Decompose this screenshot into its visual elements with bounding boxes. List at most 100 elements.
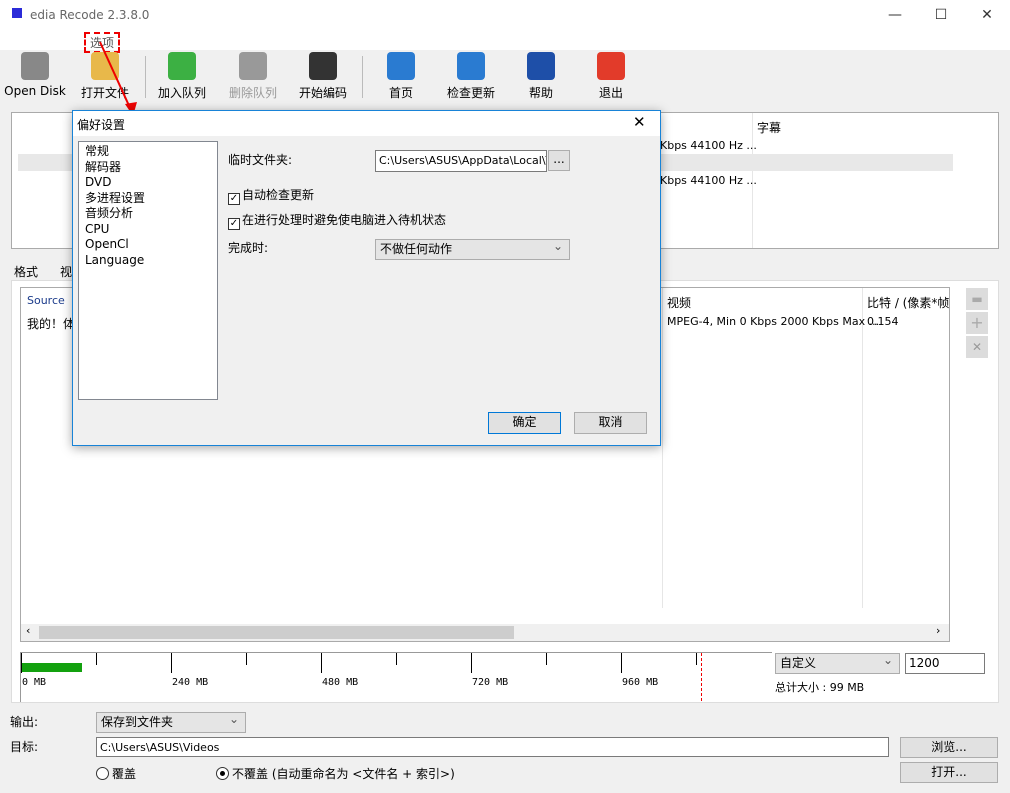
prevent-sleep-label: 在进行处理时避免使电脑进入待机状态 <box>242 213 447 227</box>
tab-format[interactable]: 格式 <box>14 263 38 280</box>
settings-nav-item[interactable]: OpenCl <box>85 237 211 253</box>
toolbar-button-dvd[interactable]: Open Disk <box>0 52 70 98</box>
on-finish-select[interactable]: 不做任何动作 <box>375 237 570 260</box>
size-tick <box>96 653 97 665</box>
on-finish-label: 完成时: <box>228 241 269 255</box>
maximize-button[interactable]: ☐ <box>918 0 964 30</box>
toolbar-label: 删除队列 <box>228 86 277 100</box>
size-value-input[interactable]: 1200 <box>905 653 985 674</box>
toolbar-label: 退出 <box>598 86 623 100</box>
size-tick <box>321 653 322 673</box>
toolbar-label: 帮助 <box>528 86 553 100</box>
cancel-button[interactable]: 取消 <box>574 412 647 434</box>
temp-folder-browse-button[interactable]: ... <box>548 150 570 171</box>
audio-cell: Kbps 44100 Hz ... <box>660 139 757 152</box>
toolbar-button-remove[interactable]: 删除队列 <box>218 52 288 101</box>
settings-nav-item[interactable]: 常规 <box>85 144 211 160</box>
dvd-icon <box>21 52 49 80</box>
browse-button[interactable]: 浏览... <box>900 737 998 758</box>
queue-video-cell: MPEG-4, Min 0 Kbps 2000 Kbps Max ... <box>667 315 880 328</box>
size-tick-label: 480 MB <box>322 677 359 688</box>
size-tick-label: 0 MB <box>22 677 47 688</box>
size-preset-select[interactable]: 自定义 <box>775 651 900 674</box>
refresh-icon <box>457 52 485 80</box>
delete-button[interactable]: ✕ <box>966 336 988 358</box>
toolbar-label: 开始编码 <box>298 86 347 100</box>
size-tick-label: 240 MB <box>172 677 209 688</box>
overwrite-label: 覆盖 <box>112 767 137 781</box>
move-up-button[interactable]: ▬ <box>966 288 988 310</box>
queue-source-cell: 我的！体 <box>27 317 76 331</box>
output-label: 输出: <box>10 715 39 729</box>
output-select[interactable]: 保存到文件夹 <box>96 710 246 733</box>
column-header-subtitle: 字幕 <box>757 121 782 135</box>
toolbar-separator <box>145 56 146 98</box>
limit-marker <box>701 653 702 701</box>
settings-nav-item[interactable]: Language <box>85 253 211 269</box>
globe-icon <box>387 52 415 80</box>
toolbar-button-power[interactable]: 退出 <box>576 52 646 101</box>
toolbar-button-refresh[interactable]: 检查更新 <box>436 52 506 101</box>
temp-folder-label: 临时文件夹: <box>228 153 293 167</box>
title-bar: edia Recode 2.3.8.0 — ☐ ✕ <box>0 0 1010 30</box>
toolbar-button-encode[interactable]: 开始编码 <box>288 52 358 101</box>
size-used-fill <box>21 663 82 672</box>
size-tick <box>171 653 172 673</box>
window-title: edia Recode 2.3.8.0 <box>30 8 150 22</box>
help-icon <box>527 52 555 80</box>
prevent-sleep-checkbox[interactable]: ✓ 在进行处理时避免使电脑进入待机状态 <box>228 211 446 230</box>
toolbar-label: 加入队列 <box>157 86 206 100</box>
scrollbar-thumb[interactable] <box>39 626 514 639</box>
settings-nav-item[interactable]: 音频分析 <box>85 206 211 222</box>
no-overwrite-radio[interactable]: 不覆盖 (自动重命名为 <文件名 + 索引>) <box>216 765 455 782</box>
tab-video[interactable]: 视 <box>60 263 72 280</box>
size-tick <box>246 653 247 665</box>
toolbar-label: 检查更新 <box>446 86 495 100</box>
toolbar-button-add[interactable]: 加入队列 <box>147 52 217 101</box>
app-icon <box>12 8 22 18</box>
settings-nav-list[interactable]: 常规 解码器 DVD 多进程设置 音频分析 CPU OpenCl Language <box>78 141 218 400</box>
queue-ratio-cell: 0.154 <box>867 315 899 328</box>
remove-icon <box>239 52 267 80</box>
add-button[interactable]: + <box>966 312 988 334</box>
toolbar-separator <box>362 56 363 98</box>
dialog-close-button[interactable]: ✕ <box>633 113 646 131</box>
power-icon <box>597 52 625 80</box>
horizontal-scrollbar[interactable]: ‹ › <box>21 624 949 641</box>
preferences-dialog: 偏好设置 ✕ 常规 解码器 DVD 多进程设置 音频分析 CPU OpenCl Languag… <box>72 110 661 446</box>
size-tick-label: 720 MB <box>472 677 509 688</box>
settings-nav-item[interactable]: 解码器 <box>85 160 211 176</box>
annotation-arrow <box>99 41 137 116</box>
size-tick <box>396 653 397 665</box>
size-tick <box>696 653 697 665</box>
toolbar-label: 首页 <box>388 86 413 100</box>
size-tick <box>621 653 622 673</box>
ok-button[interactable]: 确定 <box>488 412 561 434</box>
open-button[interactable]: 打开... <box>900 762 998 783</box>
target-path-input[interactable]: C:\Users\ASUS\Videos <box>96 737 889 757</box>
audio-cell: Kbps 44100 Hz ... <box>660 174 757 187</box>
auto-update-checkbox[interactable]: ✓ 自动检查更新 <box>228 186 314 205</box>
scroll-right-icon[interactable]: › <box>936 624 940 637</box>
target-label: 目标: <box>10 740 39 754</box>
settings-nav-item[interactable]: 多进程设置 <box>85 191 211 207</box>
settings-nav-item[interactable]: CPU <box>85 222 211 238</box>
close-button[interactable]: ✕ <box>964 0 1010 30</box>
size-tick <box>471 653 472 673</box>
scroll-left-icon[interactable]: ‹ <box>26 624 30 637</box>
dialog-title-bar: 偏好设置 ✕ <box>73 111 660 136</box>
menu-bar <box>0 30 1010 50</box>
column-header-ratio: 比特 / (像素*帧 <box>867 296 949 310</box>
total-size-label: 总计大小 : 99 MB <box>775 681 865 694</box>
size-bar: 0 MB 240 MB 480 MB 720 MB 960 MB <box>20 652 772 702</box>
toolbar-button-globe[interactable]: 首页 <box>366 52 436 101</box>
size-tick <box>21 653 22 673</box>
add-icon <box>168 52 196 80</box>
temp-folder-input[interactable]: C:\Users\ASUS\AppData\Local\Temp <box>375 150 547 172</box>
settings-nav-item[interactable]: DVD <box>85 175 211 191</box>
column-header-video: 视频 <box>667 296 692 310</box>
toolbar-label: Open Disk <box>4 84 66 98</box>
toolbar-button-help[interactable]: 帮助 <box>506 52 576 101</box>
overwrite-radio[interactable]: 覆盖 <box>96 765 136 782</box>
minimize-button[interactable]: — <box>872 0 918 30</box>
